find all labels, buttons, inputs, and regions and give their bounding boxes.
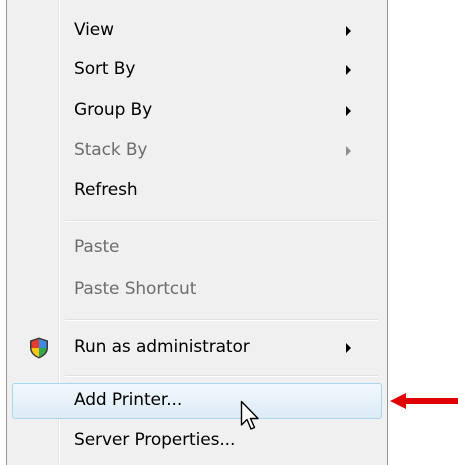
menu-item-label: Sort By bbox=[74, 59, 136, 79]
submenu-arrow-icon bbox=[346, 146, 351, 156]
menu-item-label: Paste Shortcut bbox=[74, 279, 197, 299]
menu-item-label: Group By bbox=[74, 100, 153, 120]
menu-item-label: Paste bbox=[74, 237, 120, 257]
mouse-cursor-icon bbox=[240, 400, 259, 430]
menu-item-label: Run as administrator bbox=[74, 337, 250, 357]
submenu-arrow-icon bbox=[346, 106, 351, 116]
menu-item-label: Add Printer... bbox=[74, 390, 183, 410]
menu-item-label: Server Properties... bbox=[74, 430, 236, 450]
menu-item-add-printer[interactable]: Add Printer... bbox=[12, 383, 382, 419]
menu-separator bbox=[65, 319, 378, 321]
submenu-arrow-icon bbox=[346, 26, 351, 36]
menu-item-view[interactable]: View bbox=[12, 13, 382, 49]
menu-item-label: Refresh bbox=[74, 180, 138, 200]
context-menu: View Sort By Group By Stack By Refresh P… bbox=[6, 0, 388, 465]
menu-item-run-as-administrator[interactable]: Run as administrator bbox=[12, 330, 382, 366]
menu-separator bbox=[65, 220, 378, 222]
menu-item-paste: Paste bbox=[12, 230, 382, 266]
menu-item-server-properties[interactable]: Server Properties... bbox=[12, 423, 382, 459]
submenu-arrow-icon bbox=[346, 343, 351, 353]
menu-item-refresh[interactable]: Refresh bbox=[12, 173, 382, 209]
menu-separator bbox=[65, 375, 378, 377]
uac-shield-icon bbox=[30, 337, 48, 359]
menu-item-paste-shortcut: Paste Shortcut bbox=[12, 272, 382, 308]
menu-item-label: Stack By bbox=[74, 140, 148, 160]
menu-item-group-by[interactable]: Group By bbox=[12, 93, 382, 129]
menu-item-sort-by[interactable]: Sort By bbox=[12, 52, 382, 88]
menu-item-stack-by: Stack By bbox=[12, 133, 382, 169]
menu-item-label: View bbox=[74, 20, 114, 40]
screenshot-stage: View Sort By Group By Stack By Refresh P… bbox=[0, 0, 458, 465]
red-arrow-annotation-icon bbox=[390, 393, 458, 409]
submenu-arrow-icon bbox=[346, 65, 351, 75]
